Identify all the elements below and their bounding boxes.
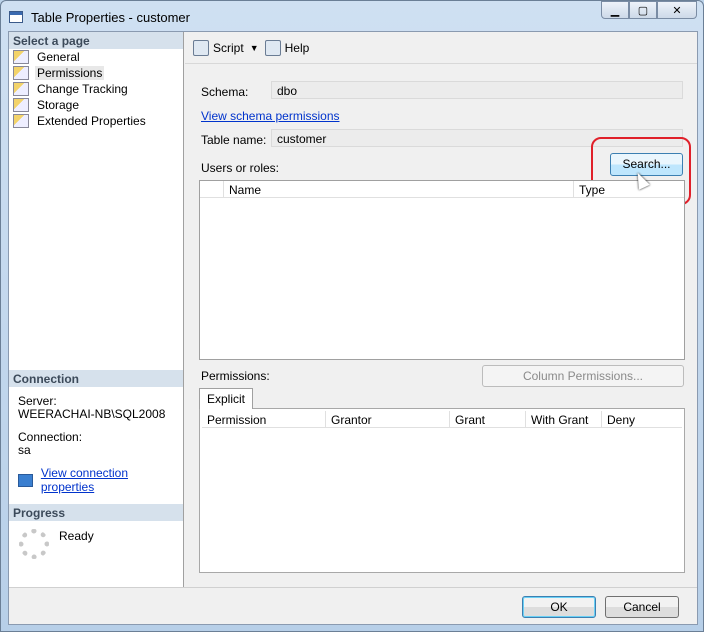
connection-header: Connection <box>9 370 183 387</box>
tab-explicit[interactable]: Explicit <box>199 388 254 409</box>
connection-value: sa <box>18 443 31 457</box>
column-header-permission[interactable]: Permission <box>202 411 326 427</box>
schema-label: Schema: <box>201 85 249 99</box>
window-title: Table Properties - customer <box>31 9 190 25</box>
page-general[interactable]: General <box>9 49 183 65</box>
column-header-grantor[interactable]: Grantor <box>326 411 450 427</box>
script-button[interactable]: Script <box>193 39 244 56</box>
property-page-icon <box>13 98 29 112</box>
property-page-icon <box>13 82 29 96</box>
progress-spinner-icon <box>19 529 49 559</box>
maximize-button[interactable]: ▢ <box>629 1 657 19</box>
cancel-button[interactable]: Cancel <box>605 596 679 618</box>
schema-field: dbo <box>271 81 683 99</box>
view-connection-properties-link[interactable]: View connection properties <box>41 466 183 494</box>
server-value: WEERACHAI-NB\SQL2008 <box>18 407 166 421</box>
dialog-footer: OK Cancel <box>9 587 697 624</box>
property-page-icon <box>13 50 29 64</box>
progress-header: Progress <box>9 504 183 521</box>
script-icon <box>193 39 209 56</box>
table-name-label: Table name: <box>201 133 267 147</box>
users-roles-grid[interactable]: Name Type <box>199 180 685 360</box>
permissions-grid[interactable]: Permission Grantor Grant With Grant Deny <box>199 408 685 573</box>
script-dropdown[interactable]: ▼ <box>250 43 259 53</box>
column-header-with-grant[interactable]: With Grant <box>526 411 602 427</box>
help-button[interactable]: Help <box>264 39 309 56</box>
progress-status: Ready <box>59 529 94 543</box>
connection-properties-icon <box>18 473 33 487</box>
page-list: General Permissions Change Tracking Stor… <box>9 49 183 129</box>
title-bar: Table Properties - customer <box>9 7 190 27</box>
view-schema-permissions-link[interactable]: View schema permissions <box>201 109 340 123</box>
column-header-deny[interactable]: Deny <box>602 411 682 427</box>
users-roles-label: Users or roles: <box>201 161 280 175</box>
column-permissions-button[interactable]: Column Permissions... <box>482 365 684 387</box>
select-page-header: Select a page <box>9 32 183 49</box>
minimize-button[interactable]: ▁ <box>601 1 629 19</box>
column-header-type[interactable]: Type <box>574 181 684 197</box>
help-icon <box>264 39 281 56</box>
page-storage[interactable]: Storage <box>9 97 183 113</box>
ok-button[interactable]: OK <box>522 596 596 618</box>
page-change-tracking[interactable]: Change Tracking <box>9 81 183 97</box>
connection-label: Connection: <box>18 430 83 444</box>
column-header-name[interactable]: Name <box>224 181 574 197</box>
table-icon <box>9 11 23 23</box>
column-header-grant[interactable]: Grant <box>450 411 526 427</box>
right-pane: Script ▼ Help Schema: dbo View schema pe… <box>185 32 697 587</box>
property-page-icon <box>13 66 29 80</box>
page-permissions[interactable]: Permissions <box>9 65 183 81</box>
page-extended-properties[interactable]: Extended Properties <box>9 113 183 129</box>
property-page-icon <box>13 114 29 128</box>
close-button[interactable]: ✕ <box>657 1 697 19</box>
left-pane: Select a page General Permissions Change… <box>9 32 184 587</box>
dialog-window: Table Properties - customer ▁ ▢ ✕ Select… <box>0 0 704 632</box>
permissions-label: Permissions: <box>201 369 270 383</box>
